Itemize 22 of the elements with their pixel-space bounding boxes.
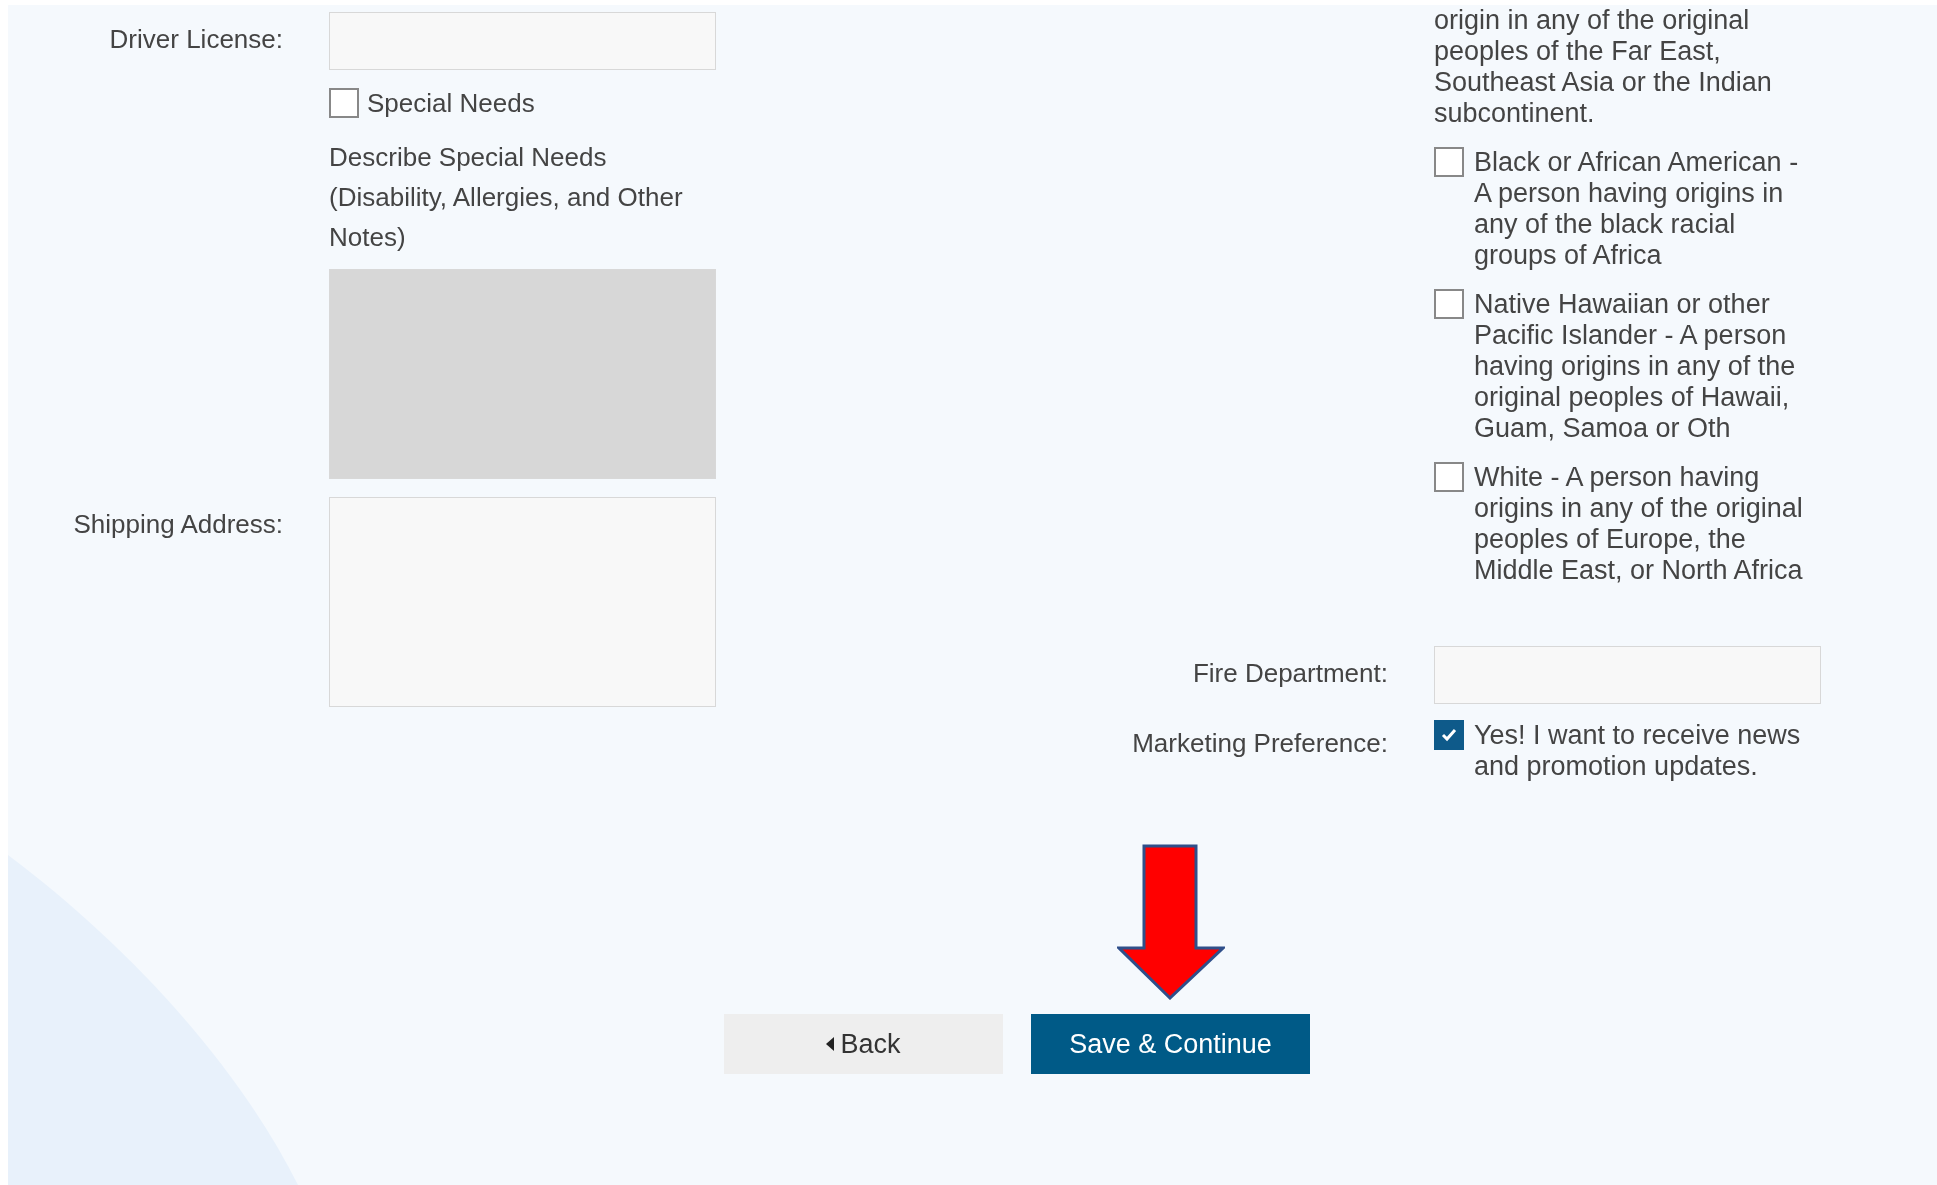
field-label: Fire Department: (1191, 657, 1388, 690)
checkbox[interactable] (1434, 147, 1464, 177)
back-button[interactable]: Back (724, 1014, 1003, 1074)
checkbox[interactable] (329, 88, 359, 118)
checkbox-label: Special Needs (367, 88, 535, 119)
input-field[interactable] (329, 12, 716, 70)
checkbox[interactable] (1434, 462, 1464, 492)
field-label: Describe Special Needs (Disability, Allergies, and Other Notes) (329, 141, 684, 254)
option-text: origin in any of the original peoples of the Far East, Southeast Asia or the Indian subcontinent. (1434, 5, 1773, 129)
field-label: Driver License: (108, 23, 283, 56)
checkbox[interactable] (1434, 720, 1464, 750)
field-label: Marketing Preference: (1131, 727, 1388, 760)
input-field[interactable] (1434, 646, 1821, 704)
arrow-icon (1116, 844, 1225, 1000)
checkbox-label: Black or African American - A person having origins in any of the black racial groups of Africa (1474, 147, 1800, 271)
checkbox-label: Native Hawaiian or other Pacific Islander - A person having origins in any of the original peoples of Hawaii, Guam, Samoa or Oth (1474, 289, 1797, 444)
field-label: Shipping Address: (72, 508, 283, 541)
save-continue-button[interactable]: Save & Continue (1031, 1014, 1310, 1074)
checkbox[interactable] (1434, 289, 1464, 319)
caret-icon (826, 1037, 835, 1051)
checkbox-label: White - A person having origins in any of the original peoples of Europe, the Middle East, or North Africa (1474, 462, 1804, 586)
checkbox-label: Yes! I want to receive news and promotion updates. (1474, 720, 1802, 782)
